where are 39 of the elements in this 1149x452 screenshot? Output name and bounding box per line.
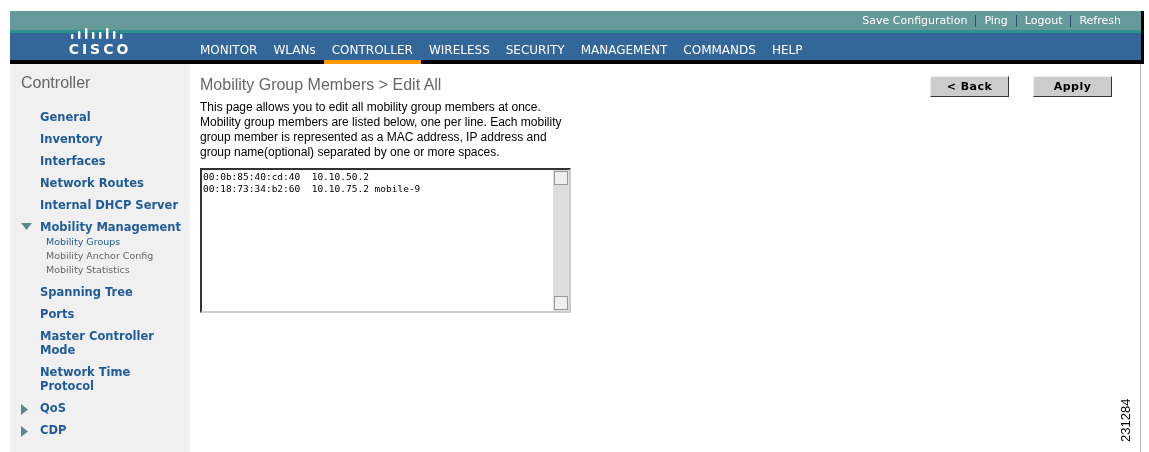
sidebar-item[interactable]: CDP	[40, 423, 67, 437]
header-link[interactable]: Refresh	[1071, 14, 1129, 27]
expanded-triangle-icon[interactable]	[21, 223, 32, 230]
sidebar-item[interactable]: Spanning Tree	[40, 285, 133, 299]
members-field[interactable]: 00:0b:85:40:cd:40 10.10.50.2 00:18:73:34:b2:60 10.10.75.2 mobile-9	[200, 168, 571, 313]
description-text: This page allows you to edit all mobility group members at once. Mobility group members are listed below, one per line. Each mobility group member is represented as a MAC address, IP address and group name(optional) separated by one or more spaces.	[200, 100, 563, 160]
page-title: Mobility Group Members > Edit All	[200, 76, 443, 94]
header-link[interactable]: Logout	[1016, 14, 1071, 27]
action-button[interactable]: Apply	[1033, 76, 1112, 97]
nav-tab[interactable]: MONITOR	[192, 43, 266, 64]
collapsed-triangle-icon[interactable]	[21, 404, 28, 415]
sidebar-subitem[interactable]: Mobility Anchor Config	[46, 249, 190, 263]
nav-tab[interactable]: SECURITY	[497, 43, 573, 64]
logo-wordmark: CISCO	[68, 41, 132, 57]
sidebar-subitem[interactable]: Mobility Groups	[46, 235, 190, 249]
header-link[interactable]: Ping	[976, 14, 1016, 27]
sidebar-item[interactable]: Ports	[40, 307, 75, 321]
scrollbar[interactable]	[553, 170, 569, 311]
nav-tab[interactable]: CONTROLLER	[323, 43, 421, 64]
nav-tab[interactable]: WLANs	[265, 43, 324, 64]
sidebar-subitem[interactable]: Mobility Statistics	[46, 263, 190, 277]
sidebar-item[interactable]: QoS	[40, 401, 66, 415]
header-link[interactable]: Save Configuration	[854, 14, 976, 27]
nav-tab[interactable]: HELP	[763, 43, 811, 64]
collapsed-triangle-icon[interactable]	[21, 426, 28, 437]
sidebar-item[interactable]: Master Controller Mode	[40, 329, 165, 357]
nav-tab[interactable]: WIRELESS	[420, 43, 498, 64]
figure-number: 231284	[1118, 398, 1133, 442]
sidebar-item[interactable]: Inventory	[40, 132, 103, 146]
sidebar-item[interactable]: Network Time Protocol	[40, 365, 165, 393]
sidebar-item[interactable]: General	[40, 110, 91, 124]
sidebar-item[interactable]: Network Routes	[40, 176, 144, 190]
action-button[interactable]: < Back	[930, 76, 1009, 97]
nav-tab[interactable]: COMMANDS	[675, 43, 764, 64]
sidebar-item[interactable]: Interfaces	[40, 154, 106, 168]
sidebar-title: Controller	[21, 74, 92, 92]
nav-tab[interactable]: MANAGEMENT	[572, 43, 676, 64]
sidebar-item[interactable]: Mobility Management	[40, 220, 182, 234]
sidebar-item[interactable]: Internal DHCP Server	[40, 198, 179, 212]
